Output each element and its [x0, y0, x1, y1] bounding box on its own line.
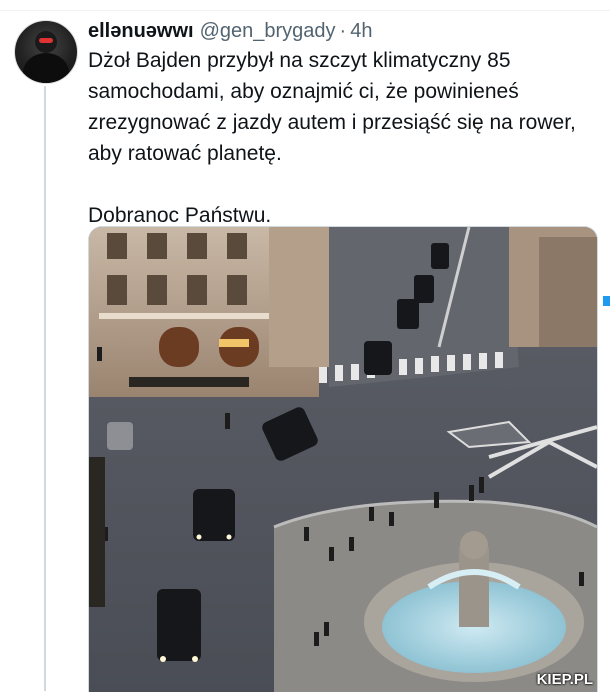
tweet-header: ellənuəwwı @gen_brygady · 4h [88, 20, 372, 43]
top-divider [0, 0, 610, 11]
user-handle[interactable]: @gen_brygady [200, 20, 336, 43]
thread-line [44, 86, 46, 691]
street-scene-image [89, 227, 597, 692]
tweet-photo[interactable]: KIEP.PL [88, 226, 598, 692]
scroll-edge-marker [603, 296, 610, 306]
separator-dot: · [339, 20, 347, 42]
display-name[interactable]: ellənuəwwı [88, 20, 194, 43]
tweet-text: Dżoł Bajden przybył na szczyt klimatyczn… [88, 49, 576, 227]
watermark-logo: KIEP.PL [536, 671, 593, 688]
tweet-timestamp[interactable]: 4h [350, 20, 372, 43]
avatar-figure-mask [39, 38, 53, 43]
avatar-figure-body [23, 53, 69, 83]
avatar[interactable] [14, 20, 78, 84]
